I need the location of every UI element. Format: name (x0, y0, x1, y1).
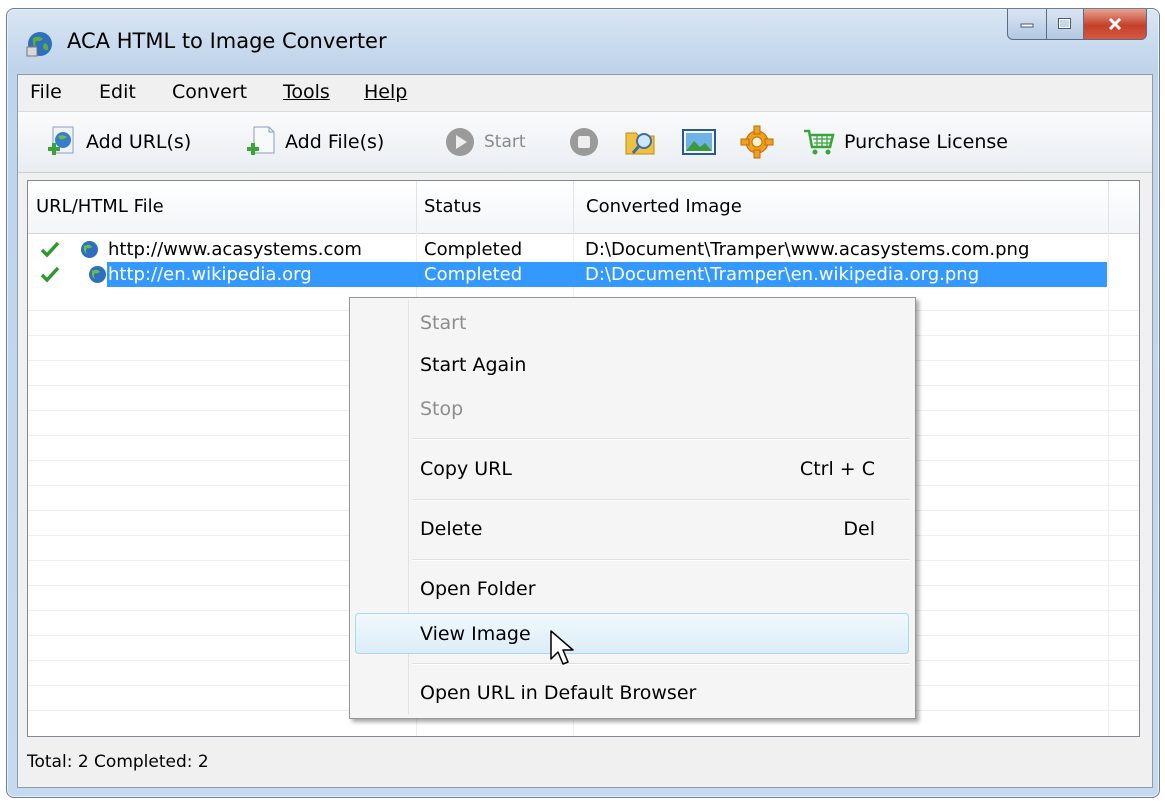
shopping-cart-icon (804, 129, 835, 155)
play-icon (446, 128, 474, 156)
add-urls-label: Add URL(s) (86, 131, 192, 153)
globe-icon (81, 241, 98, 258)
globe-icon (89, 266, 106, 283)
menu-separator (412, 663, 910, 665)
folder-search-icon (625, 132, 655, 155)
close-button[interactable] (1084, 9, 1147, 40)
browse-folder-button[interactable] (624, 122, 658, 162)
mouse-pointer-icon (550, 630, 574, 665)
status-cell: Completed (424, 239, 523, 260)
menu-edit[interactable]: Edit (99, 81, 136, 103)
minimize-icon (1020, 23, 1034, 28)
menu-separator (412, 559, 910, 561)
table-row[interactable]: http://www.acasystems.com Completed D:\D… (28, 237, 1107, 262)
menu-separator (412, 438, 910, 440)
status-bar: Total: 2 Completed: 2 (27, 752, 209, 772)
column-divider[interactable] (573, 181, 574, 233)
purchase-license-label: Purchase License (844, 131, 1008, 153)
menu-start-again[interactable]: Start Again (420, 354, 526, 376)
context-menu: Start Start Again Stop Copy URL Ctrl + C… (349, 297, 916, 719)
url-cell: http://en.wikipedia.org (107, 262, 417, 287)
stop-button[interactable] (568, 122, 600, 162)
menu-convert[interactable]: Convert (172, 81, 247, 103)
menu-open-url-browser[interactable]: Open URL in Default Browser (420, 682, 696, 704)
stop-icon (570, 128, 598, 156)
menu-help[interactable]: Help (364, 81, 407, 103)
menu-start[interactable]: Start (420, 312, 466, 334)
settings-button[interactable] (740, 122, 774, 162)
status-cell: Completed (416, 262, 573, 287)
view-image-button[interactable] (682, 122, 716, 162)
toolbar: Add URL(s) Add File(s) Start Purchase Li… (18, 111, 1152, 173)
menu-tools[interactable]: Tools (283, 81, 330, 103)
add-url-icon (48, 126, 74, 155)
menu-stop[interactable]: Stop (420, 398, 463, 420)
maximize-icon (1058, 18, 1071, 29)
table-row-selected[interactable]: http://en.wikipedia.org Completed D:\Doc… (28, 262, 1107, 287)
window-controls (1007, 9, 1147, 40)
add-files-label: Add File(s) (285, 131, 385, 153)
app-globe-icon (26, 32, 52, 57)
title-bar[interactable]: ACA HTML to Image Converter (7, 9, 1159, 73)
list-header: URL/HTML File Status Converted Image (28, 181, 1139, 234)
menu-delete[interactable]: Delete (420, 518, 482, 540)
image-path-cell: D:\Document\Tramper\en.wikipedia.org.png (573, 262, 1107, 287)
menu-file[interactable]: File (30, 81, 62, 103)
check-icon (40, 266, 60, 283)
gear-icon (740, 125, 774, 159)
purchase-license-button[interactable]: Purchase License (802, 122, 1008, 162)
delete-shortcut: Del (843, 518, 875, 540)
column-header-image[interactable]: Converted Image (578, 181, 1108, 233)
column-header-url[interactable]: URL/HTML File (28, 181, 416, 233)
window-title: ACA HTML to Image Converter (67, 29, 387, 53)
add-files-button[interactable]: Add File(s) (245, 122, 384, 162)
column-divider[interactable] (1108, 181, 1109, 233)
copy-url-shortcut: Ctrl + C (799, 458, 875, 480)
menu-bar: File Edit Convert Tools Help (18, 75, 1152, 109)
picture-icon (682, 129, 716, 155)
start-label: Start (484, 132, 526, 152)
start-button[interactable]: Start (444, 122, 526, 162)
menu-copy-url[interactable]: Copy URL (420, 458, 512, 480)
add-file-icon (247, 126, 275, 155)
menu-view-image[interactable]: View Image (420, 623, 531, 645)
image-path-cell: D:\Document\Tramper\www.acasystems.com.p… (585, 239, 1030, 260)
minimize-button[interactable] (1007, 9, 1047, 40)
menu-open-folder[interactable]: Open Folder (420, 578, 536, 600)
menu-separator (412, 499, 910, 501)
check-icon (40, 241, 60, 258)
url-cell: http://www.acasystems.com (108, 239, 362, 260)
column-header-status[interactable]: Status (416, 181, 573, 233)
add-urls-button[interactable]: Add URL(s) (46, 122, 191, 162)
close-icon (1108, 17, 1122, 31)
maximize-button[interactable] (1047, 9, 1084, 40)
